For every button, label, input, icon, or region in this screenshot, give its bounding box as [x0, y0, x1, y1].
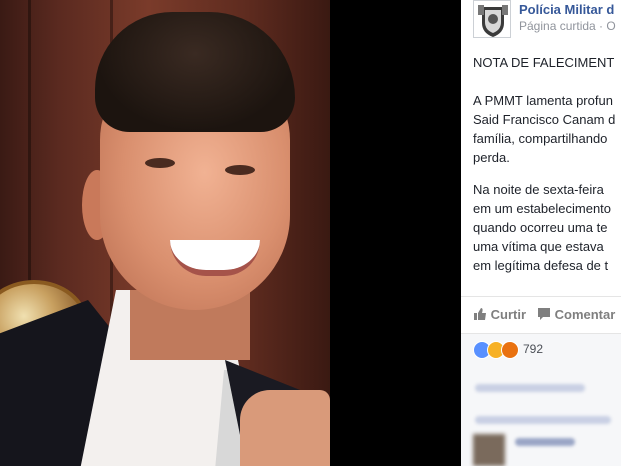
post-text-line: A PMMT lamenta profun — [473, 93, 613, 108]
comment-icon — [538, 308, 550, 320]
eye-left — [145, 158, 175, 168]
reactions-area: 792 — [461, 334, 621, 466]
page-avatar-emblem-icon — [474, 1, 510, 37]
post-text-line: Said Francisco Canam d — [473, 112, 616, 127]
post-text-line: Na noite de sexta-feira — [473, 182, 604, 197]
comment-button[interactable]: Comentar — [537, 307, 615, 322]
reaction-count[interactable]: 792 — [523, 342, 543, 356]
like-button[interactable]: Curtir — [473, 307, 526, 322]
post-text-line: NOTA DE FALECIMENT — [473, 55, 615, 70]
post-text-line: em um estabelecimento — [473, 201, 612, 216]
commenter-name-blurred[interactable] — [515, 438, 575, 446]
like-label: Curtir — [490, 307, 527, 322]
post-text-line: quando ocorreu uma te — [473, 220, 608, 235]
post-text-line: família, compartilhando — [473, 131, 608, 146]
hand — [240, 390, 330, 466]
page-name-link[interactable]: Polícia Militar d — [519, 2, 614, 17]
post-header: Polícia Militar d Página curtida · O — [461, 0, 621, 44]
post-photo[interactable] — [0, 0, 330, 466]
like-icon — [474, 308, 486, 320]
eye-right — [225, 165, 255, 175]
post-text-line: perda. — [473, 150, 510, 165]
page-avatar[interactable] — [473, 0, 511, 38]
view-comments-blurred[interactable] — [475, 416, 611, 424]
comment-label: Comentar — [554, 307, 616, 322]
page-liked-status: Página curtida · O — [519, 19, 616, 33]
post-actions-bar: Curtir Comentar — [461, 296, 621, 334]
commenter-avatar[interactable] — [473, 434, 505, 466]
angry-reaction-icon[interactable] — [501, 341, 519, 359]
post-text-line: uma vítima que estava — [473, 239, 604, 254]
post-panel: Polícia Militar d Página curtida · O NOT… — [461, 0, 621, 466]
hair — [95, 12, 295, 132]
post-text-line: em legítima defesa de t — [473, 258, 609, 273]
shares-link-blurred[interactable] — [475, 384, 585, 392]
